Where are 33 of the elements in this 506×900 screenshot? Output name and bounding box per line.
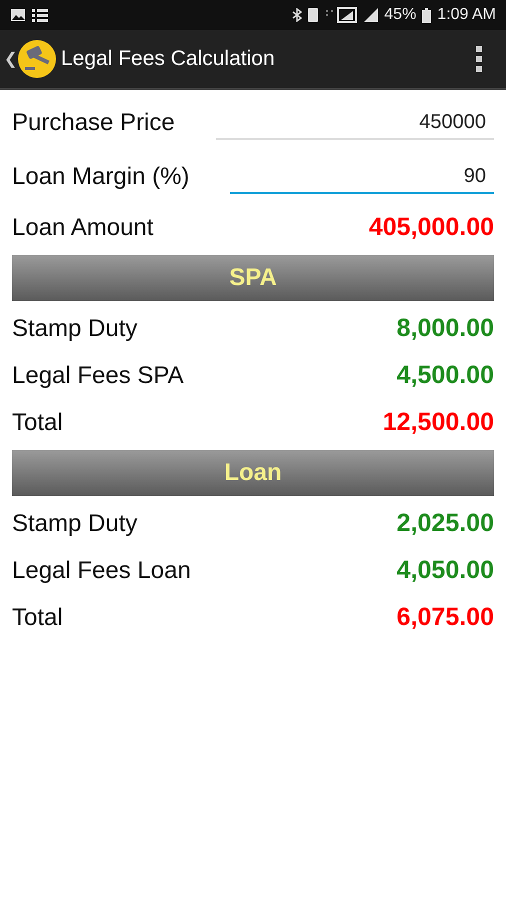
- result-label: Loan Amount: [12, 214, 154, 242]
- result-value: 2,025.00: [396, 509, 494, 538]
- result-value: 8,000.00: [396, 314, 494, 343]
- section-header: Loan: [12, 450, 494, 496]
- field-label: Purchase Price: [12, 109, 175, 137]
- result-value: 12,500.00: [382, 408, 494, 437]
- field-label: Loan Margin (%): [12, 163, 190, 191]
- result-label: Stamp Duty: [12, 314, 138, 342]
- back-button[interactable]: ❮: [4, 49, 17, 69]
- result-label: Legal Fees Loan: [12, 556, 191, 584]
- result-label: Total: [12, 408, 63, 436]
- gavel-logo-icon[interactable]: [17, 39, 57, 79]
- battery-percent: 45%: [384, 6, 416, 24]
- gallery-icon: [10, 8, 26, 22]
- result-label: Total: [12, 604, 63, 632]
- signal-icon: [364, 8, 378, 22]
- number-field[interactable]: 450000: [216, 106, 494, 140]
- number-field[interactable]: 90: [230, 160, 494, 194]
- result-value: 4,050.00: [396, 556, 494, 585]
- battery-icon: [422, 8, 432, 22]
- screen-title: Legal Fees Calculation: [61, 47, 276, 71]
- clock: 1:09 AM: [437, 6, 496, 24]
- bluetooth-icon: [292, 8, 302, 22]
- sim-icon: [308, 8, 318, 22]
- result-label: Legal Fees SPA: [12, 362, 184, 390]
- section-header: SPA: [12, 255, 494, 301]
- result-value: 6,075.00: [396, 603, 494, 632]
- result-label: Stamp Duty: [12, 510, 138, 538]
- result-value: 4,500.00: [396, 361, 494, 390]
- list-icon: [32, 8, 48, 22]
- overflow-menu-icon[interactable]: [474, 45, 484, 73]
- signal-icon: [324, 7, 358, 23]
- result-value: 405,000.00: [368, 213, 494, 242]
